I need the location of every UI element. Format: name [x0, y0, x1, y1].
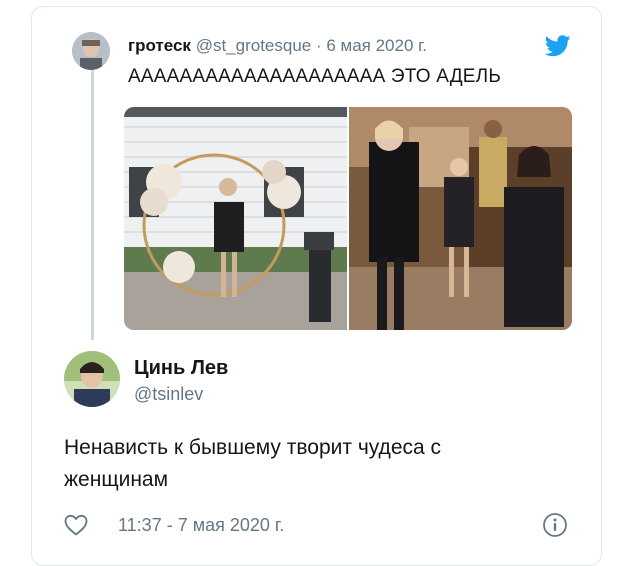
quoted-user-avatar[interactable]	[72, 32, 110, 70]
photo-left[interactable]	[124, 107, 347, 330]
quoted-tweet-header: гротеск @st_grotesque · 6 мая 2020 г.	[128, 36, 427, 58]
tweet-timestamp[interactable]: 11:37 - 7 мая 2020 г.	[118, 515, 284, 536]
quoted-tweet-text: АААААААААААААААААААА ЭТО АДЕЛЬ	[128, 66, 501, 87]
quoted-user-name[interactable]: гротеск	[128, 36, 191, 55]
tweet-footer: 11:37 - 7 мая 2020 г.	[64, 512, 584, 540]
tweet-text-line-1: Ненависть к бывшему творит чудеса с	[64, 436, 442, 459]
photo-right[interactable]	[349, 107, 572, 330]
author-name[interactable]: Цинь Лев	[134, 357, 228, 380]
author-avatar[interactable]	[64, 351, 120, 407]
quoted-tweet-media[interactable]	[124, 107, 572, 330]
heart-icon[interactable]	[64, 514, 88, 536]
thread-line	[91, 70, 94, 340]
quoted-user-meta: @st_grotesque · 6 мая 2020 г.	[195, 36, 427, 55]
twitter-bird-icon[interactable]	[545, 35, 571, 57]
author-handle[interactable]: @tsinlev	[134, 384, 203, 405]
info-icon[interactable]	[542, 512, 568, 538]
tweet-text-line-2: женщинам	[64, 468, 169, 491]
tweet-text: Ненависть к бывшему творит чудеса с женщ…	[64, 432, 564, 496]
